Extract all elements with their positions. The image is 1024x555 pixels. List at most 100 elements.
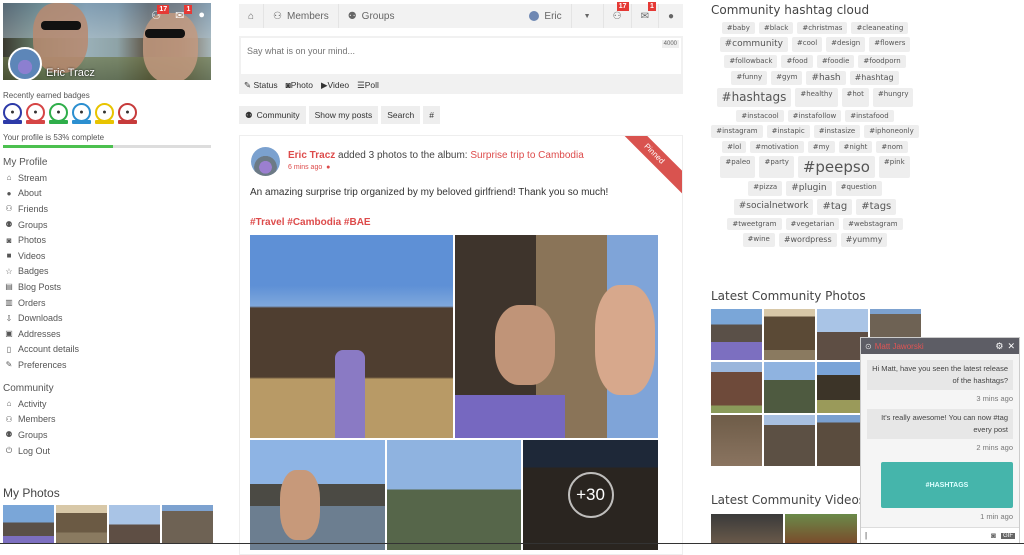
notifications-button[interactable]: ● <box>657 4 683 28</box>
sidebar-item-members[interactable]: ⚇ Members <box>4 412 55 428</box>
community-photo[interactable] <box>711 309 762 360</box>
sidebar-item-activity[interactable]: ⌂ Activity <box>4 396 56 412</box>
profile-cover[interactable]: Eric Tracz ⚇ 17 ✉ 1 ● <box>3 3 211 80</box>
hashtag-link[interactable]: #hot <box>841 88 869 107</box>
search-button[interactable]: Search <box>381 106 421 124</box>
gallery-photo-more[interactable]: +30 <box>523 440 658 550</box>
photo-tab[interactable]: ◙Photo <box>286 80 313 91</box>
home-button[interactable]: ⌂ <box>239 4 265 28</box>
photo-thumbnail[interactable] <box>3 505 54 544</box>
hashtag-link[interactable]: #baby <box>721 22 755 35</box>
sidebar-item-photos[interactable]: ◙ Photos <box>4 232 79 248</box>
sidebar-item-videos[interactable]: ■ Videos <box>4 248 79 264</box>
close-icon[interactable]: ✕ <box>1007 341 1015 352</box>
friend-requests-button[interactable]: ⚇ 17 <box>602 2 631 28</box>
hashtag-link[interactable]: #followback <box>724 55 778 68</box>
hashtag-link[interactable]: #design <box>826 37 866 53</box>
community-filter-button[interactable]: ⚉ Community <box>239 106 306 124</box>
hashtag-link[interactable]: #cleaneating <box>851 22 909 35</box>
hashtag-link[interactable]: #instafood <box>845 109 894 123</box>
sidebar-item-groups[interactable]: ⚉ Groups <box>4 427 56 443</box>
community-photo[interactable] <box>764 309 815 360</box>
members-link[interactable]: ⚇ Members <box>264 4 339 28</box>
hashtag-link[interactable]: #cool <box>791 37 823 53</box>
hashtag-link[interactable]: #tag <box>817 198 853 215</box>
hashtag-link[interactable]: #food <box>781 55 813 68</box>
hashtag-link[interactable]: #night <box>838 140 873 153</box>
hashtag-link[interactable]: #instacool <box>736 109 784 123</box>
hashtag-link[interactable]: #hashtag <box>849 70 899 86</box>
poll-tab[interactable]: ☰Poll <box>357 80 379 91</box>
hashtag-link[interactable]: #webstagram <box>843 217 903 231</box>
user-badge-icon[interactable]: ● <box>3 103 22 124</box>
gear-icon[interactable]: ⚙ <box>995 341 1003 352</box>
gallery-photo[interactable] <box>387 440 521 550</box>
hashtag-link[interactable]: #instafollow <box>787 109 842 123</box>
groups-link[interactable]: ⚉ Groups <box>339 4 404 28</box>
chat-image-message[interactable]: #HASHTAGS <box>881 462 1013 508</box>
hashtag-link[interactable]: #pizza <box>748 180 783 196</box>
community-video[interactable] <box>711 514 783 544</box>
gallery-photo[interactable] <box>455 235 658 438</box>
messages-icon[interactable]: ✉ 1 <box>175 5 193 22</box>
messages-button[interactable]: ✉ 1 <box>630 2 658 28</box>
album-link[interactable]: Surprise trip to Cambodia <box>470 150 583 161</box>
sidebar-item-orders[interactable]: ▥ Orders <box>4 295 79 311</box>
gallery-photo[interactable] <box>250 440 385 550</box>
post-hashtags[interactable]: #Travel #Cambodia #BAE <box>250 217 371 228</box>
photo-thumbnail[interactable] <box>56 505 107 544</box>
hashtag-link[interactable]: #vegetarian <box>785 217 840 231</box>
hashtag-link[interactable]: #foodporn <box>858 55 906 68</box>
hashtag-link[interactable]: #funny <box>731 70 768 86</box>
group-badge-icon[interactable]: ● <box>95 103 114 124</box>
sidebar-item-log-out[interactable]: ⏻ Log Out <box>4 443 56 459</box>
sidebar-item-blog-posts[interactable]: ▤ Blog Posts <box>4 279 79 295</box>
chat-input[interactable]: | ◙ GIF <box>861 527 1019 543</box>
hashtag-link[interactable]: #motivation <box>750 140 804 153</box>
hashtag-link[interactable]: #my <box>807 140 835 153</box>
hashtag-link[interactable]: #wordpress <box>778 233 837 247</box>
profile-name[interactable]: Eric Tracz <box>46 67 95 79</box>
community-photo[interactable] <box>764 362 815 413</box>
gif-icon[interactable]: GIF <box>1001 532 1015 539</box>
post-author-avatar[interactable] <box>251 147 280 176</box>
hashtag-link[interactable]: #wine <box>742 233 775 247</box>
hashtag-link[interactable]: #christmas <box>797 22 848 35</box>
hashtag-link[interactable]: #instagram <box>711 125 763 138</box>
hashtag-link[interactable]: #paleo <box>720 155 756 178</box>
hashtag-link[interactable]: #pink <box>878 155 910 178</box>
camera-icon[interactable]: ◙ <box>991 531 996 540</box>
sidebar-item-badges[interactable]: ☆ Badges <box>4 264 79 280</box>
photo-thumbnail[interactable] <box>162 505 213 544</box>
hashtag-link[interactable]: #nom <box>876 140 908 153</box>
hashtag-link[interactable]: #hungry <box>872 88 914 107</box>
hashtag-link[interactable]: #black <box>758 22 794 35</box>
family-badge-icon[interactable]: ● <box>118 103 137 124</box>
hashtag-link[interactable]: #flowers <box>869 37 911 53</box>
hashtag-link[interactable]: #gym <box>771 70 803 86</box>
sidebar-item-about[interactable]: ● About <box>4 186 79 202</box>
comment-badge-icon[interactable]: ● <box>49 103 68 124</box>
gallery-photo[interactable] <box>250 235 453 438</box>
hashtag-link[interactable]: #yummy <box>840 233 888 247</box>
sidebar-item-addresses[interactable]: ▣ Addresses <box>4 326 79 342</box>
user-menu[interactable]: Eric <box>520 4 570 28</box>
show-my-posts-button[interactable]: Show my posts <box>308 106 379 124</box>
sidebar-item-downloads[interactable]: ⇩ Downloads <box>4 310 79 326</box>
post-timestamp[interactable]: 6 mins ago ● <box>288 164 330 171</box>
hashtag-link[interactable]: #tweetgram <box>727 217 782 231</box>
sidebar-item-groups[interactable]: ⚉ Groups <box>4 217 79 233</box>
hashtag-link[interactable]: #instapic <box>766 125 810 138</box>
hashtag-link[interactable]: #plugin <box>786 180 832 196</box>
globe-icon[interactable]: ● <box>198 9 205 22</box>
hashtag-link[interactable]: #healthy <box>795 88 838 107</box>
sidebar-item-preferences[interactable]: ✎ Preferences <box>4 357 79 373</box>
hashtag-link[interactable]: #tags <box>856 198 897 215</box>
chat-recipient[interactable]: Matt Jaworski <box>875 342 924 351</box>
community-photo[interactable] <box>764 415 815 466</box>
post-author[interactable]: Eric Tracz <box>288 150 335 161</box>
video-tab[interactable]: ▶Video <box>321 80 349 91</box>
hashtag-filter-button[interactable]: # <box>423 106 440 124</box>
hashtag-link[interactable]: #party <box>759 155 794 178</box>
hashtag-link[interactable]: #socialnetwork <box>733 198 814 215</box>
